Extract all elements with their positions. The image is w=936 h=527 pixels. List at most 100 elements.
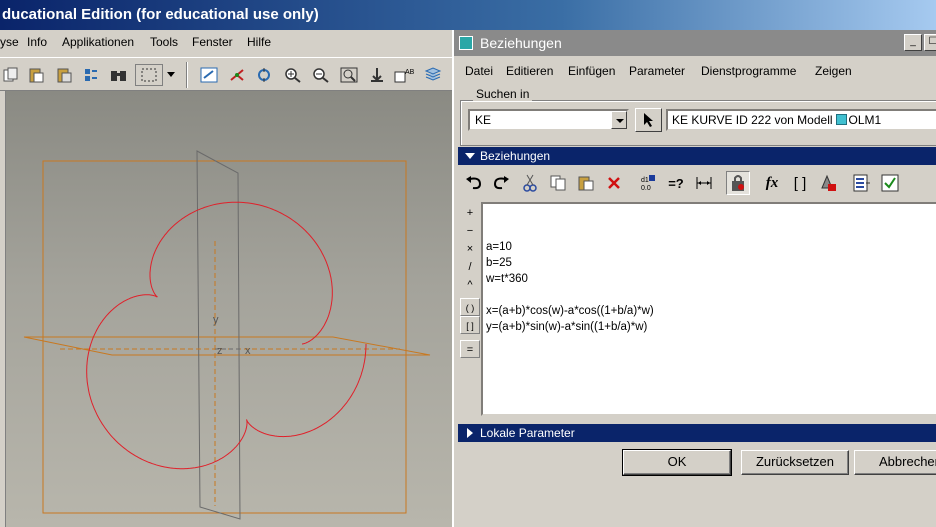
zoom-in-icon[interactable] bbox=[282, 64, 304, 86]
main-window-title: ducational Edition (for educational use … bbox=[0, 0, 936, 30]
verify-relations-icon[interactable] bbox=[878, 171, 902, 195]
zoom-out-icon[interactable] bbox=[310, 64, 332, 86]
lock-icon[interactable] bbox=[726, 171, 750, 195]
main-menubar: yse Info Applikationen Tools Fenster Hil… bbox=[0, 30, 452, 56]
reset-button[interactable]: Zurücksetzen bbox=[741, 450, 849, 475]
relation-line bbox=[486, 223, 936, 239]
right-plane bbox=[196, 150, 241, 520]
function-icon[interactable]: fx bbox=[760, 171, 784, 195]
paste-icon[interactable] bbox=[574, 171, 598, 195]
verify-icon[interactable]: =? bbox=[664, 171, 688, 195]
multiply-button[interactable]: × bbox=[460, 240, 480, 258]
cancel-button[interactable]: Abbrechen bbox=[854, 450, 936, 475]
relations-editor[interactable]: a=10 b=25 w=t*360 x=(a+b)*cos(w)-a*cos((… bbox=[481, 202, 936, 416]
locate-icon[interactable] bbox=[816, 171, 840, 195]
evaluate-icon[interactable]: d1 0.0 bbox=[636, 171, 660, 195]
top-plane bbox=[23, 336, 431, 356]
measure-icon[interactable] bbox=[692, 171, 716, 195]
menu-tools[interactable]: Tools bbox=[150, 35, 178, 49]
search-group-legend: Suchen in bbox=[473, 87, 533, 101]
graphics-area[interactable]: y z x bbox=[0, 91, 452, 527]
scope-select[interactable]: KE bbox=[468, 109, 629, 131]
named-views-icon[interactable]: AB bbox=[394, 64, 416, 86]
main-toolbar: AB bbox=[0, 57, 452, 91]
dropdown-arrow-icon[interactable] bbox=[164, 64, 178, 86]
axis-label-z: z bbox=[217, 345, 223, 357]
svg-text:AB: AB bbox=[405, 69, 415, 76]
epicycloid-curve bbox=[86, 201, 367, 470]
expand-icon bbox=[467, 428, 473, 438]
local-params-section-label: Lokale Parameter bbox=[480, 426, 575, 440]
menu-hilfe[interactable]: Hilfe bbox=[247, 35, 271, 49]
cut-icon[interactable] bbox=[0, 64, 22, 86]
collapse-icon bbox=[465, 153, 475, 159]
relations-dialog: Beziehungen _ ☐ Datei Editieren Einfügen… bbox=[452, 30, 936, 527]
brackets-icon[interactable]: [ ] bbox=[788, 171, 812, 195]
maximize-button[interactable]: ☐ bbox=[924, 34, 936, 51]
spin-center-icon[interactable] bbox=[226, 64, 248, 86]
undo-icon[interactable] bbox=[462, 171, 486, 195]
dialog-title: Beziehungen bbox=[480, 35, 562, 51]
divide-button[interactable]: / bbox=[460, 258, 480, 276]
ok-button[interactable]: OK bbox=[622, 449, 732, 476]
layers-icon[interactable] bbox=[422, 64, 444, 86]
select-pointer-button[interactable] bbox=[635, 108, 662, 132]
minimize-button[interactable]: _ bbox=[904, 34, 922, 51]
menu-analyse[interactable]: yse bbox=[0, 35, 19, 49]
relation-line: y=(a+b)*sin(w)-a*sin((1+b/a)*w) bbox=[486, 321, 648, 333]
relation-line: x=(a+b)*cos(w)-a*cos((1+b/a)*w) bbox=[486, 305, 654, 317]
delete-icon[interactable] bbox=[602, 171, 626, 195]
square-brackets-button[interactable]: [ ] bbox=[460, 316, 480, 334]
scope-select-value: KE bbox=[475, 113, 492, 127]
refit-icon[interactable] bbox=[338, 64, 360, 86]
axis-label-y: y bbox=[213, 314, 219, 326]
relations-section-header[interactable]: Beziehungen bbox=[458, 147, 936, 165]
relations-toolbar: d1 0.0 =? fx [ ] bbox=[458, 166, 936, 199]
menu-applikationen[interactable]: Applikationen bbox=[62, 35, 134, 49]
relation-line: b=25 bbox=[486, 257, 512, 269]
relations-section-label: Beziehungen bbox=[480, 149, 551, 163]
power-button[interactable]: ^ bbox=[460, 276, 480, 294]
select-box-icon[interactable] bbox=[135, 64, 163, 86]
plus-button[interactable]: + bbox=[460, 204, 480, 222]
model-name: OLM1 bbox=[848, 113, 882, 127]
menu-zeigen[interactable]: Zeigen bbox=[815, 64, 852, 78]
local-params-section-header[interactable]: Lokale Parameter bbox=[458, 424, 936, 442]
relation-line: a=10 bbox=[486, 241, 512, 253]
orient-mode-icon[interactable] bbox=[254, 64, 276, 86]
left-panel-edge bbox=[0, 91, 6, 527]
view-icon[interactable] bbox=[366, 64, 388, 86]
model-view: y z x bbox=[23, 150, 431, 520]
regenerate-icon[interactable] bbox=[80, 64, 102, 86]
menu-datei[interactable]: Datei bbox=[465, 64, 493, 78]
find-icon[interactable] bbox=[108, 64, 130, 86]
menu-info[interactable]: Info bbox=[27, 35, 47, 49]
sort-icon[interactable] bbox=[850, 171, 874, 195]
model-field-text: KE KURVE ID 222 von Modell bbox=[672, 113, 833, 127]
paste-special-icon[interactable] bbox=[53, 64, 75, 86]
relation-line: w=t*360 bbox=[486, 273, 528, 285]
menu-einfuegen[interactable]: Einfügen bbox=[568, 64, 615, 78]
minus-button[interactable]: − bbox=[460, 222, 480, 240]
menu-dienstprogramme[interactable]: Dienstprogramme bbox=[701, 64, 796, 78]
menu-editieren[interactable]: Editieren bbox=[506, 64, 553, 78]
paste-icon[interactable] bbox=[25, 64, 47, 86]
operator-column: + − × / ^ ( ) [ ] = bbox=[460, 202, 480, 412]
model-field: KE KURVE ID 222 von Modell OLM1 bbox=[666, 109, 936, 131]
equals-button[interactable]: = bbox=[460, 340, 480, 358]
dialog-app-icon bbox=[459, 36, 473, 50]
menu-fenster[interactable]: Fenster bbox=[192, 35, 233, 49]
parentheses-button[interactable]: ( ) bbox=[460, 298, 480, 316]
dialog-titlebar: Beziehungen _ ☐ bbox=[454, 30, 936, 56]
pointer-icon bbox=[643, 113, 653, 127]
axis-label-x: x bbox=[245, 345, 251, 357]
repaint-icon[interactable] bbox=[198, 64, 220, 86]
redo-icon[interactable] bbox=[489, 171, 513, 195]
copy-icon[interactable] bbox=[546, 171, 570, 195]
menu-parameter[interactable]: Parameter bbox=[629, 64, 685, 78]
part-icon bbox=[835, 114, 847, 125]
svg-text:d1: d1 bbox=[641, 177, 649, 184]
scissors-icon[interactable] bbox=[518, 171, 542, 195]
chevron-down-icon[interactable] bbox=[611, 111, 627, 129]
svg-text:0.0: 0.0 bbox=[641, 185, 651, 192]
